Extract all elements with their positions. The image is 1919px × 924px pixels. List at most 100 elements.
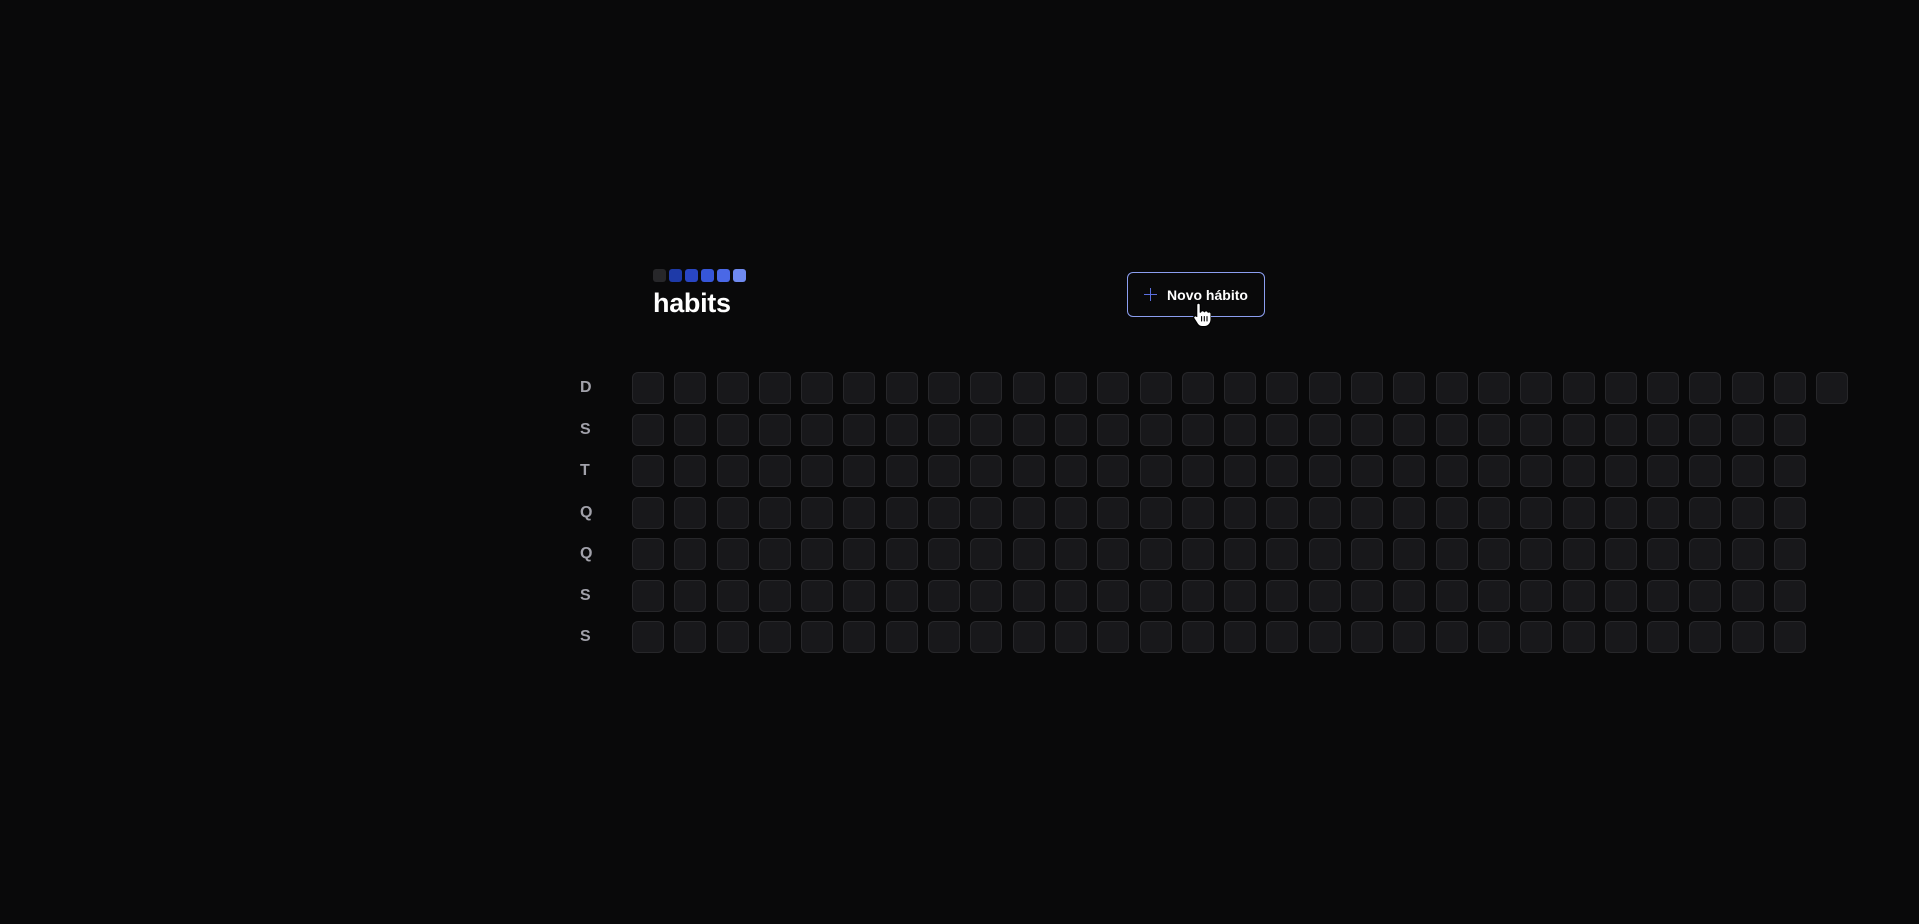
habit-day-square[interactable] (1647, 496, 1680, 529)
habit-day-square[interactable] (1224, 579, 1257, 612)
habit-day-square[interactable] (1647, 413, 1680, 446)
habit-day-square[interactable] (928, 372, 961, 404)
habit-day-square[interactable] (1393, 413, 1426, 446)
habit-day-square[interactable] (1774, 455, 1807, 487)
habit-day-square[interactable] (1393, 579, 1426, 612)
habit-day-square[interactable] (885, 621, 918, 653)
habit-day-square[interactable] (1604, 372, 1637, 404)
habit-day-square[interactable] (674, 413, 707, 446)
habit-day-square[interactable] (758, 579, 791, 612)
habit-day-square[interactable] (1012, 413, 1045, 446)
habit-day-square[interactable] (1435, 538, 1468, 570)
habit-day-square[interactable] (885, 579, 918, 612)
habit-day-square[interactable] (674, 496, 707, 529)
habit-day-square[interactable] (843, 538, 876, 570)
habit-day-square[interactable] (1393, 538, 1426, 570)
habit-day-square[interactable] (1139, 455, 1172, 487)
habit-day-square[interactable] (1181, 372, 1214, 404)
habit-day-square[interactable] (1181, 538, 1214, 570)
habit-day-square[interactable] (1351, 496, 1384, 529)
habit-day-square[interactable] (1224, 538, 1257, 570)
habit-day-square[interactable] (1351, 621, 1384, 653)
habit-day-square[interactable] (674, 372, 707, 404)
habit-day-square[interactable] (1647, 455, 1680, 487)
habit-day-square[interactable] (1393, 372, 1426, 404)
habit-day-square[interactable] (1477, 372, 1510, 404)
habit-day-square[interactable] (1012, 621, 1045, 653)
habit-day-square[interactable] (1054, 413, 1087, 446)
habit-day-square[interactable] (1435, 621, 1468, 653)
habit-day-square[interactable] (970, 455, 1003, 487)
habit-day-square[interactable] (1308, 579, 1341, 612)
habit-day-square[interactable] (1477, 538, 1510, 570)
habit-day-square[interactable] (1604, 496, 1637, 529)
habit-day-square[interactable] (1689, 372, 1722, 404)
habit-day-square[interactable] (1774, 538, 1807, 570)
habit-day-square[interactable] (632, 621, 664, 653)
habit-day-square[interactable] (1054, 455, 1087, 487)
habit-day-square[interactable] (632, 579, 664, 612)
habit-day-square[interactable] (1054, 496, 1087, 529)
habit-day-square[interactable] (1054, 579, 1087, 612)
habit-day-square[interactable] (758, 372, 791, 404)
habit-day-square[interactable] (970, 496, 1003, 529)
habit-day-square[interactable] (1689, 579, 1722, 612)
habit-day-square[interactable] (1224, 621, 1257, 653)
habit-day-square[interactable] (674, 538, 707, 570)
habit-day-square[interactable] (843, 579, 876, 612)
habit-day-square[interactable] (1266, 579, 1299, 612)
habit-day-square[interactable] (716, 372, 749, 404)
habit-day-square[interactable] (1562, 455, 1595, 487)
habit-day-square[interactable] (885, 413, 918, 446)
habit-day-square[interactable] (1012, 372, 1045, 404)
habit-day-square[interactable] (632, 372, 664, 404)
habit-day-square[interactable] (970, 538, 1003, 570)
habit-day-square[interactable] (716, 579, 749, 612)
habit-day-square[interactable] (758, 455, 791, 487)
habit-day-square[interactable] (1731, 579, 1764, 612)
habit-day-square[interactable] (970, 372, 1003, 404)
new-habit-button[interactable]: Novo hábito (1127, 272, 1265, 317)
habit-day-square[interactable] (1393, 621, 1426, 653)
habit-day-square[interactable] (1266, 455, 1299, 487)
habit-day-square[interactable] (1435, 372, 1468, 404)
habit-day-square[interactable] (1097, 538, 1130, 570)
habit-day-square[interactable] (1097, 496, 1130, 529)
habit-day-square[interactable] (928, 496, 961, 529)
habit-day-square[interactable] (843, 372, 876, 404)
habit-day-square[interactable] (970, 413, 1003, 446)
habit-day-square[interactable] (1689, 538, 1722, 570)
habit-day-square[interactable] (1266, 496, 1299, 529)
habit-day-square[interactable] (801, 579, 834, 612)
habit-day-square[interactable] (1181, 455, 1214, 487)
habit-day-square[interactable] (1520, 496, 1553, 529)
habit-day-square[interactable] (928, 579, 961, 612)
habit-day-square[interactable] (885, 455, 918, 487)
habit-day-square[interactable] (1647, 538, 1680, 570)
habit-day-square[interactable] (1351, 579, 1384, 612)
habit-day-square[interactable] (1562, 538, 1595, 570)
habit-day-square[interactable] (1520, 538, 1553, 570)
habit-day-square[interactable] (1562, 372, 1595, 404)
habit-day-square[interactable] (1224, 455, 1257, 487)
habit-day-square[interactable] (1604, 455, 1637, 487)
habit-day-square[interactable] (1774, 413, 1807, 446)
habit-day-square[interactable] (1604, 538, 1637, 570)
habit-day-square[interactable] (1308, 538, 1341, 570)
habit-day-square[interactable] (885, 538, 918, 570)
habit-day-square[interactable] (1477, 496, 1510, 529)
habit-day-square[interactable] (1139, 579, 1172, 612)
habit-day-square[interactable] (1393, 455, 1426, 487)
habit-day-square[interactable] (801, 455, 834, 487)
habit-day-square[interactable] (885, 372, 918, 404)
habit-day-square[interactable] (716, 538, 749, 570)
habit-day-square[interactable] (928, 538, 961, 570)
habit-day-square[interactable] (1097, 372, 1130, 404)
habit-day-square[interactable] (1520, 455, 1553, 487)
habit-day-square[interactable] (1647, 579, 1680, 612)
habit-day-square[interactable] (1097, 579, 1130, 612)
habit-day-square[interactable] (1351, 372, 1384, 404)
habit-day-square[interactable] (1308, 496, 1341, 529)
habit-day-square[interactable] (758, 496, 791, 529)
habit-day-square[interactable] (1012, 455, 1045, 487)
